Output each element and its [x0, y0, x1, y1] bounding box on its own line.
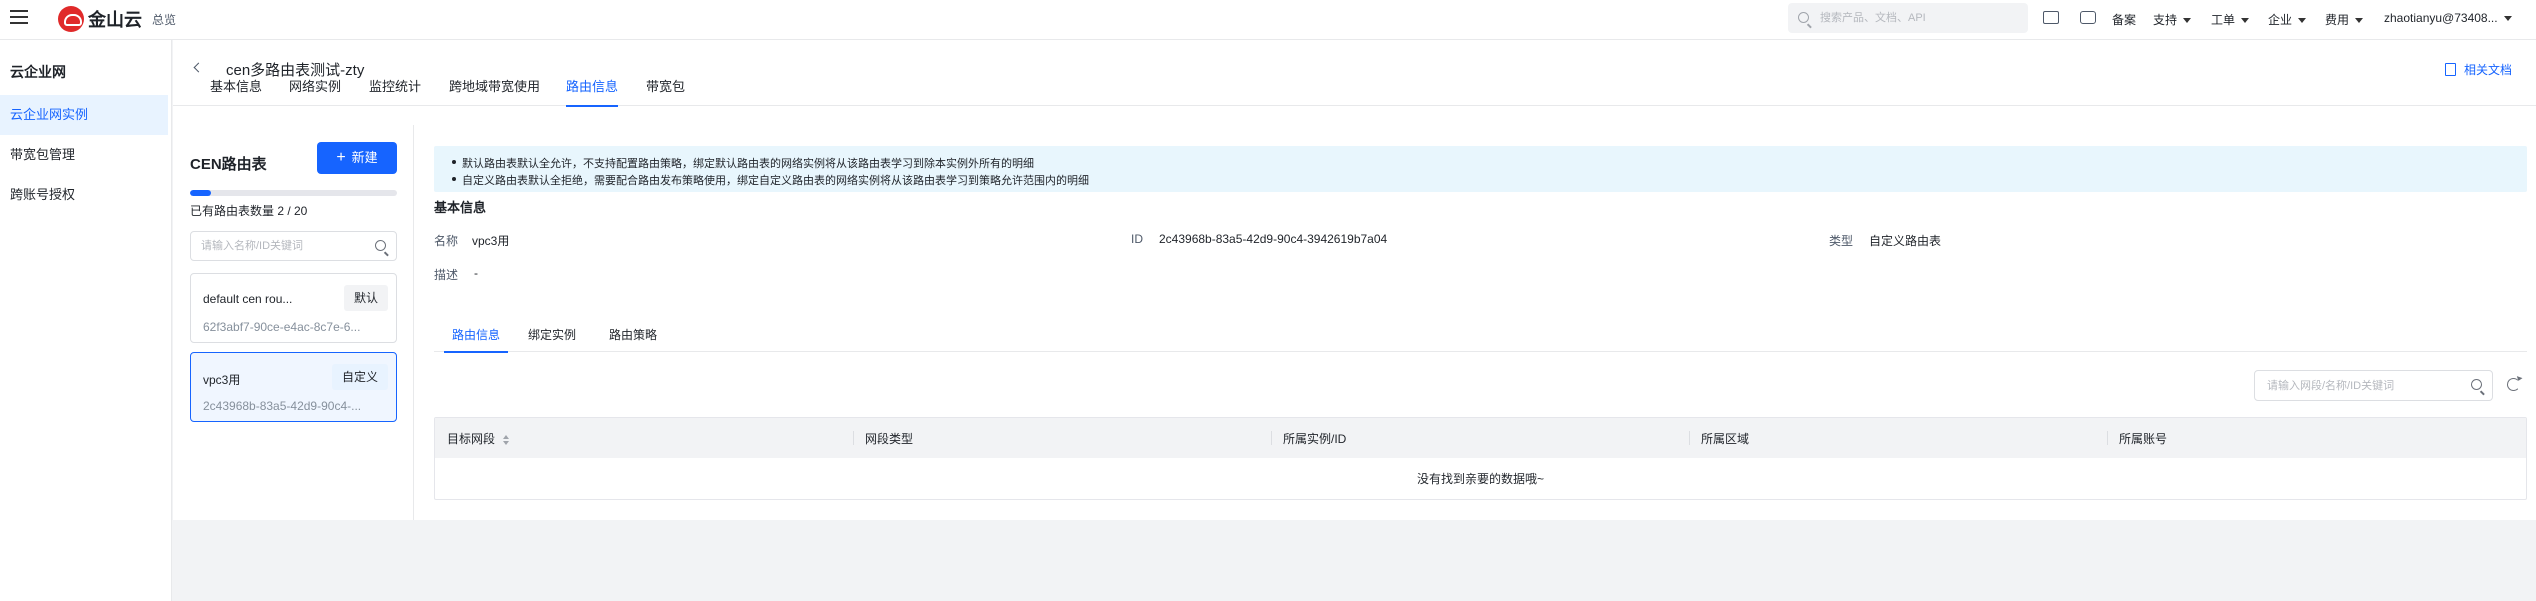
menu-icon[interactable] [10, 10, 28, 26]
top-bar: 金山云 总览 备案 支持 工单 企业 费用 zhaotianyu@73408..… [0, 0, 2536, 40]
tab-network-instances[interactable]: 网络实例 [289, 40, 341, 106]
route-table-search-input[interactable] [201, 232, 361, 260]
tab-basic-info[interactable]: 基本信息 [210, 40, 262, 106]
route-table-subtabs: 路由信息 绑定实例 路由策略 [434, 322, 2527, 353]
sidebar-item-cen-instances[interactable]: 云企业网实例 [0, 95, 168, 135]
tab-cross-region-bandwidth[interactable]: 跨地域带宽使用 [449, 40, 540, 106]
table-empty-state: 没有找到亲要的数据哦~ [1416, 472, 1544, 486]
logo[interactable]: 金山云 [58, 6, 142, 32]
support-menu[interactable]: 支持 [2153, 11, 2192, 28]
route-table-search[interactable] [190, 231, 397, 261]
subtab-route-info[interactable]: 路由信息 [443, 322, 509, 353]
subtab-route-policies[interactable]: 路由策略 [609, 322, 657, 352]
column-divider [1689, 431, 1690, 445]
cen-route-table-panel: CEN路由表 + 新建 已有路由表数量 2 / 20 default cen ro… [173, 125, 414, 520]
sidebar-item-bandwidth-packages[interactable]: 带宽包管理 [0, 135, 168, 175]
tab-bandwidth-package[interactable]: 带宽包 [646, 40, 685, 106]
route-table-id: 2c43968b-83a5-42d9-90c4-... [203, 399, 362, 413]
user-label: zhaotianyu@73408... [2384, 11, 2498, 25]
route-table-card-default[interactable]: default cen rou... 默认 62f3abf7-90ce-e4ac… [190, 273, 397, 343]
route-table-quota-fill [190, 190, 211, 196]
billing-menu[interactable]: 费用 [2325, 11, 2364, 28]
chevron-down-icon [2241, 18, 2250, 24]
column-divider [1271, 431, 1272, 445]
route-table: 目标网段 网段类型 所属实例/ID 所属区域 所属账号 没有找到亲要的数据哦~ [434, 417, 2527, 500]
info-notice: 默认路由表默认全允许，不支持配置路由策略，绑定默认路由表的网络实例将从该路由表学… [434, 146, 2527, 192]
route-table-type-badge: 默认 [343, 285, 388, 311]
sidebar-title: 云企业网 [10, 64, 66, 80]
column-divider [2107, 431, 2108, 445]
page-tabs: 基本信息 网络实例 监控统计 跨地域带宽使用 路由信息 带宽包 [173, 40, 2536, 107]
notice-line-custom: 自定义路由表默认全拒绝，需要配合路由发布策略使用，绑定自定义路由表的网络实例将从… [452, 172, 1089, 188]
route-table-panel-title: CEN路由表 [190, 156, 267, 173]
route-table-name: vpc3用 [203, 373, 241, 387]
route-table-card-vpc3[interactable]: vpc3用 自定义 2c43968b-83a5-42d9-90c4-... [190, 352, 397, 422]
enterprise-menu[interactable]: 企业 [2268, 11, 2307, 28]
global-search-input[interactable] [1820, 3, 2020, 33]
route-search[interactable] [2254, 370, 2493, 401]
subtab-bound-instances[interactable]: 绑定实例 [528, 322, 576, 352]
user-menu[interactable]: zhaotianyu@73408... [2384, 11, 2512, 25]
column-instance-id: 所属实例/ID [1283, 432, 1347, 446]
beian-link[interactable]: 备案 [2112, 11, 2136, 28]
kingsoft-cloud-logo-icon [58, 6, 84, 32]
ticket-menu[interactable]: 工单 [2211, 11, 2250, 28]
sort-icon[interactable] [503, 434, 510, 445]
description-value: - [474, 266, 478, 280]
chevron-down-icon [2298, 18, 2307, 24]
column-region: 所属区域 [1701, 432, 1750, 446]
enterprise-label: 企业 [2268, 13, 2293, 27]
support-label: 支持 [2153, 13, 2178, 27]
plus-icon: + [336, 149, 346, 166]
column-destination-cidr[interactable]: 目标网段 [447, 430, 510, 447]
search-icon[interactable] [375, 240, 386, 251]
column-divider [853, 431, 854, 445]
id-value: 2c43968b-83a5-42d9-90c4-3942619b7a04 [1159, 232, 1388, 246]
route-table-id: 62f3abf7-90ce-e4ac-8c7e-6... [203, 320, 361, 334]
overview-link[interactable]: 总览 [152, 11, 176, 28]
ticket-label: 工单 [2211, 13, 2236, 27]
chevron-down-icon [2183, 18, 2192, 24]
tab-route-info[interactable]: 路由信息 [566, 40, 619, 107]
search-icon [1798, 12, 1809, 23]
sidebar-item-cross-account-auth[interactable]: 跨账号授权 [0, 175, 168, 215]
route-search-input[interactable] [2267, 371, 2457, 400]
translate-icon[interactable] [2043, 11, 2059, 24]
table-header: 目标网段 网段类型 所属实例/ID 所属区域 所属账号 [435, 418, 2526, 458]
description-label: 描述 [434, 268, 459, 282]
sidebar: 云企业网 云企业网实例 带宽包管理 跨账号授权 [0, 40, 172, 601]
column-account: 所属账号 [2119, 432, 2168, 446]
global-search[interactable] [1788, 3, 2028, 33]
basic-info-heading: 基本信息 [434, 200, 487, 215]
chevron-down-icon [2355, 18, 2364, 24]
column-label: 目标网段 [447, 432, 496, 446]
chevron-down-icon [2503, 16, 2512, 22]
name-value: vpc3用 [472, 234, 510, 248]
new-route-table-button[interactable]: + 新建 [317, 142, 397, 174]
route-table-quota-bar [190, 190, 397, 196]
column-cidr-type: 网段类型 [865, 432, 914, 446]
type-value: 自定义路由表 [1869, 234, 1942, 248]
main-content: cen多路由表测试-zty 相关文档 基本信息 网络实例 监控统计 跨地域带宽使… [173, 40, 2536, 520]
billing-label: 费用 [2325, 13, 2350, 27]
name-label: 名称 [434, 234, 459, 248]
refresh-icon[interactable] [2507, 378, 2520, 391]
logo-text: 金山云 [88, 10, 142, 30]
type-label: 类型 [1829, 234, 1854, 248]
id-label: ID [1131, 232, 1143, 246]
new-button-label: 新建 [351, 150, 378, 165]
route-table-count: 已有路由表数量 2 / 20 [190, 204, 308, 218]
tab-monitoring[interactable]: 监控统计 [369, 40, 421, 106]
route-table-name: default cen rou... [203, 292, 293, 306]
message-icon[interactable] [2080, 11, 2096, 24]
route-table-type-badge: 自定义 [331, 364, 388, 390]
notice-line-default: 默认路由表默认全允许，不支持配置路由策略，绑定默认路由表的网络实例将从该路由表学… [452, 155, 1034, 171]
search-icon[interactable] [2471, 379, 2482, 390]
